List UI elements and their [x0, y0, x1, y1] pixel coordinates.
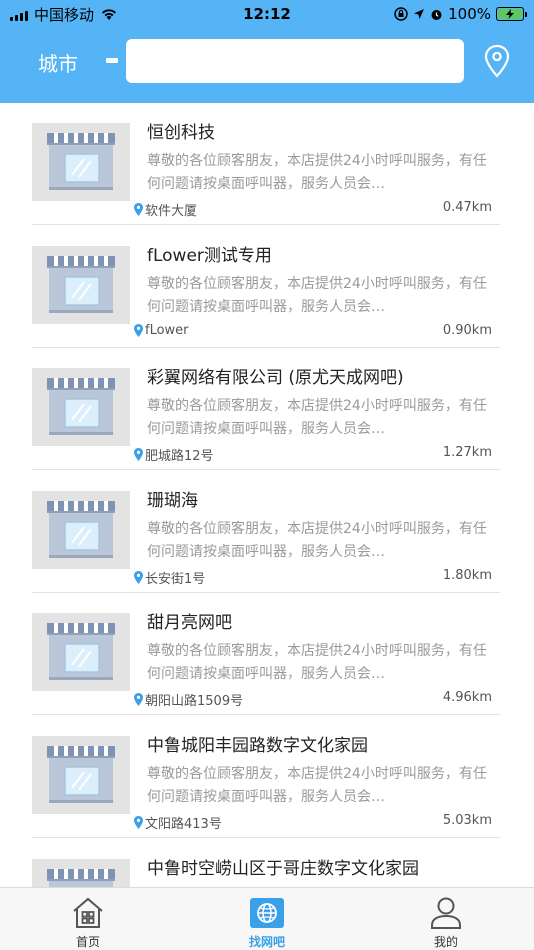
globe-icon	[250, 898, 284, 928]
shop-description: 尊敬的各位顾客朋友，本店提供24小时呼叫服务，有任何问题请按桌面呼叫器，服务人员…	[147, 643, 487, 683]
shop-thumbnail	[32, 858, 130, 887]
shop-description: 尊敬的各位顾客朋友，本店提供24小时呼叫服务，有任何问题请按桌面呼叫器，服务人员…	[147, 153, 487, 192]
search-input[interactable]	[126, 39, 464, 83]
shop-thumbnail	[32, 490, 130, 569]
address-pin-icon	[134, 448, 143, 462]
location-arrow-icon	[414, 9, 425, 19]
list-item[interactable]: fLower测试专用 尊敬的各位顾客朋友，本店提供24小时呼叫服务，有任何问题请…	[32, 226, 500, 348]
storefront-icon	[47, 623, 115, 681]
shop-description: 尊敬的各位顾客朋友，本店提供24小时呼叫服务，有任何问题请按桌面呼叫器，服务人员…	[147, 520, 487, 560]
shop-distance: 0.90km	[442, 322, 492, 338]
battery-percent: 100%	[448, 5, 491, 23]
tab-home[interactable]: 首页	[28, 888, 148, 950]
address-pin-icon	[134, 570, 143, 584]
shop-list: 恒创科技 尊敬的各位顾客朋友，本店提供24小时呼叫服务，有任何问题请按桌面呼叫器…	[0, 103, 534, 887]
shop-address-text: 长安街1号	[145, 571, 206, 587]
shop-distance: 5.03km	[442, 813, 492, 828]
shop-name: 彩翼网络有限公司 (原尤天成网吧)	[147, 368, 404, 389]
shop-distance: 1.80km	[442, 567, 492, 583]
shop-thumbnail	[32, 123, 130, 201]
shop-address: 肥城路12号	[134, 445, 214, 464]
shop-address-text: 肥城路12号	[145, 449, 214, 465]
tab-home-label: 首页	[75, 935, 100, 949]
alarm-icon	[431, 9, 442, 20]
city-selector[interactable]: 城市	[38, 48, 78, 77]
shop-description: 尊敬的各位顾客朋友，本店提供24小时呼叫服务，有任何问题请按桌面呼叫器，服务人员…	[147, 275, 487, 315]
shop-name: 甜月亮网吧	[147, 613, 232, 634]
shop-name: 中鲁城阳丰园路数字文化家园	[147, 736, 368, 756]
list-item[interactable]: 甜月亮网吧 尊敬的各位顾客朋友，本店提供24小时呼叫服务，有任何问题请按桌面呼叫…	[32, 593, 500, 716]
storefront-icon	[47, 378, 115, 436]
tab-find-cafe[interactable]: 找网吧	[207, 888, 327, 950]
shop-address-text: 朝阳山路1509号	[145, 694, 244, 710]
storefront-icon	[47, 133, 115, 190]
user-icon	[431, 897, 461, 929]
shop-address: 软件大厦	[134, 200, 197, 219]
shop-thumbnail	[32, 736, 130, 814]
location-pin-icon[interactable]	[483, 44, 511, 78]
tab-mine-label: 我的	[433, 935, 458, 949]
shop-thumbnail	[32, 613, 130, 692]
shop-name: 恒创科技	[147, 123, 215, 143]
address-pin-icon	[134, 203, 143, 216]
tab-mine[interactable]: 我的	[386, 888, 506, 950]
shop-address-text: 文阳路413号	[145, 817, 222, 832]
shop-distance: 1.27km	[442, 445, 492, 461]
shop-description: 尊敬的各位顾客朋友，本店提供24小时呼叫服务，有任何问题请按桌面呼叫器，服务人员…	[147, 398, 487, 438]
address-pin-icon	[134, 693, 143, 707]
header: 中国移动 12:12 100% 城市	[0, 0, 534, 103]
status-bar: 中国移动 12:12 100%	[0, 0, 534, 28]
tab-bar: 首页 找网吧 我的	[0, 887, 534, 950]
list-item[interactable]: 彩翼网络有限公司 (原尤天成网吧) 尊敬的各位顾客朋友，本店提供24小时呼叫服务…	[32, 348, 500, 471]
list-item[interactable]: 恒创科技 尊敬的各位顾客朋友，本店提供24小时呼叫服务，有任何问题请按桌面呼叫器…	[32, 103, 500, 225]
shop-address: 长安街1号	[134, 568, 205, 587]
shop-thumbnail	[32, 245, 130, 324]
shop-distance: 0.47km	[442, 200, 492, 215]
status-right: 100%	[394, 5, 527, 23]
tab-find-cafe-label: 找网吧	[248, 935, 285, 949]
storefront-icon	[47, 255, 115, 313]
shop-address-text: 软件大厦	[145, 204, 198, 219]
shop-description: 尊敬的各位顾客朋友，本店提供24小时呼叫服务，有任何问题请按桌面呼叫器，服务人员…	[147, 766, 487, 805]
shop-address: 朝阳山路1509号	[134, 690, 243, 709]
orientation-lock-icon	[394, 7, 408, 21]
battery-icon	[496, 7, 527, 21]
shop-name: 珊瑚海	[147, 490, 198, 511]
address-pin-icon	[134, 323, 143, 337]
shop-address: fLower	[134, 323, 189, 338]
shop-name: fLower测试专用	[147, 245, 272, 266]
storefront-icon	[47, 868, 115, 887]
charging-bolt-icon	[506, 9, 514, 19]
shop-address-text: fLower	[145, 322, 189, 338]
list-item[interactable]: 珊瑚海 尊敬的各位顾客朋友，本店提供24小时呼叫服务，有任何问题请按桌面呼叫器，…	[32, 471, 500, 593]
home-icon	[73, 897, 103, 928]
shop-distance: 4.96km	[442, 690, 492, 706]
list-item[interactable]: 中鲁城阳丰园路数字文化家园 尊敬的各位顾客朋友，本店提供24小时呼叫服务，有任何…	[32, 716, 500, 838]
address-pin-icon	[134, 816, 143, 829]
city-separator	[106, 58, 118, 63]
storefront-icon	[47, 746, 115, 803]
storefront-icon	[47, 500, 115, 558]
list-item[interactable]: 中鲁时空崂山区于哥庄数字文化家园 尊敬的各位顾客朋友，本店提供24小时呼叫服务，…	[32, 839, 500, 887]
shop-thumbnail	[32, 368, 130, 447]
shop-name: 中鲁时空崂山区于哥庄数字文化家园	[147, 858, 419, 879]
shop-address: 文阳路413号	[134, 813, 222, 832]
